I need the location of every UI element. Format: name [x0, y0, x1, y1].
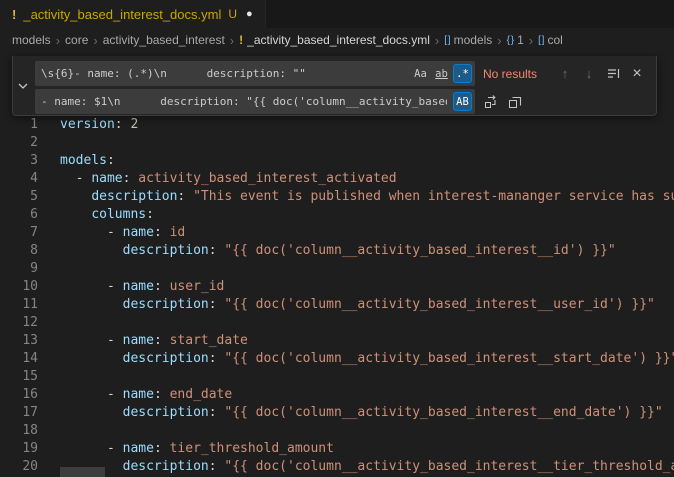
line-number: 17 — [0, 404, 38, 422]
line-number: 8 — [0, 242, 38, 260]
line-number: 4 — [0, 170, 38, 188]
code-line[interactable]: 18 — [0, 422, 674, 440]
breadcrumb-item[interactable]: activity_based_interest — [103, 33, 225, 47]
breadcrumb-item[interactable]: { }1 — [507, 33, 524, 47]
vscode-window: ! _activity_based_interest_docs.yml U ● … — [0, 0, 674, 477]
line-number: 1 — [0, 116, 38, 134]
code-lines[interactable]: 1version: 223models:4 - name: activity_b… — [0, 116, 674, 476]
find-in-selection-button[interactable] — [603, 64, 623, 84]
editor-pane[interactable]: Aa ab .* No results ↑ ↓ — [0, 52, 674, 477]
editor-tab[interactable]: ! _activity_based_interest_docs.yml U ● — [0, 0, 266, 28]
code-line[interactable]: 6 columns: — [0, 206, 674, 224]
code-line[interactable]: 8 description: "{{ doc('column__activity… — [0, 242, 674, 260]
line-number: 15 — [0, 368, 38, 386]
line-number: 16 — [0, 386, 38, 404]
code-line[interactable]: 4 - name: activity_based_interest_activa… — [0, 170, 674, 188]
line-number: 6 — [0, 206, 38, 224]
replace-all-icon — [507, 94, 523, 110]
code-line[interactable]: 3models: — [0, 152, 674, 170]
find-row: Aa ab .* No results ↑ ↓ — [35, 61, 652, 86]
line-number: 13 — [0, 332, 38, 350]
code-line[interactable]: 10 - name: user_id — [0, 278, 674, 296]
code-line[interactable]: 16 - name: end_date — [0, 386, 674, 404]
tab-filename: _activity_based_interest_docs.yml — [23, 7, 221, 22]
breadcrumb-separator-icon: › — [93, 33, 97, 48]
yaml-file-icon: ! — [239, 33, 243, 47]
breadcrumb-separator-icon: › — [529, 33, 533, 48]
line-number: 7 — [0, 224, 38, 242]
breadcrumb-separator-icon: › — [497, 33, 501, 48]
line-number: 19 — [0, 440, 38, 458]
code-line[interactable]: 15 — [0, 368, 674, 386]
code-line[interactable]: 13 - name: start_date — [0, 332, 674, 350]
toggle-replace-button[interactable] — [13, 56, 33, 115]
code-line[interactable]: 7 - name: id — [0, 224, 674, 242]
code-line[interactable]: 2 — [0, 134, 674, 152]
replace-all-button[interactable] — [505, 92, 525, 112]
tab-bar: ! _activity_based_interest_docs.yml U ● — [0, 0, 674, 28]
breadcrumb-separator-icon: › — [230, 33, 234, 48]
close-find-widget-button[interactable]: × — [627, 64, 647, 84]
line-number: 3 — [0, 152, 38, 170]
yaml-file-icon: ! — [12, 7, 16, 22]
code-line[interactable]: 17 description: "{{ doc('column__activit… — [0, 404, 674, 422]
find-results-count: No results — [483, 67, 549, 81]
replace-row: AB — [35, 89, 652, 114]
code-line[interactable]: 5 description: "This event is published … — [0, 188, 674, 206]
code-line[interactable]: 9 — [0, 260, 674, 278]
breadcrumb-item[interactable]: !_activity_based_interest_docs.yml — [239, 33, 430, 47]
replace-input[interactable] — [35, 89, 475, 114]
line-number: 12 — [0, 314, 38, 332]
git-status-badge: U — [228, 7, 237, 21]
code-line[interactable]: 12 — [0, 314, 674, 332]
symbol-icon: { } — [507, 35, 513, 46]
breadcrumb: models › core › activity_based_interest › !_ac… — [0, 28, 674, 52]
line-number: 20 — [0, 458, 38, 476]
line-number: 11 — [0, 296, 38, 314]
symbol-icon: [ ] — [538, 35, 543, 46]
code-line[interactable]: 1version: 2 — [0, 116, 674, 134]
breadcrumb-item[interactable]: core — [65, 33, 88, 47]
line-number: 18 — [0, 422, 38, 440]
replace-icon — [483, 94, 499, 110]
previous-match-button[interactable]: ↑ — [555, 64, 575, 84]
code-line[interactable]: 14 description: "{{ doc('column__activit… — [0, 350, 674, 368]
preserve-case-toggle[interactable]: AB — [453, 92, 472, 111]
line-number: 2 — [0, 134, 38, 152]
breadcrumb-separator-icon: › — [435, 33, 439, 48]
breadcrumb-item[interactable]: [ ]models — [444, 33, 492, 47]
dirty-indicator[interactable]: ● — [246, 8, 253, 20]
line-number: 9 — [0, 260, 38, 278]
find-replace-widget: Aa ab .* No results ↑ ↓ — [12, 56, 657, 116]
next-match-button[interactable]: ↓ — [579, 64, 599, 84]
line-number: 14 — [0, 350, 38, 368]
symbol-icon: [ ] — [444, 35, 449, 46]
breadcrumb-item[interactable]: [ ]col — [538, 33, 563, 47]
breadcrumb-item[interactable]: models — [12, 33, 51, 47]
regex-toggle[interactable]: .* — [453, 64, 472, 83]
breadcrumb-separator-icon: › — [56, 33, 60, 48]
code-line[interactable]: 11 description: "{{ doc('column__activit… — [0, 296, 674, 314]
chevron-down-icon — [18, 83, 28, 89]
find-input[interactable] — [35, 61, 475, 86]
code-line[interactable]: 19 - name: tier_threshold_amount — [0, 440, 674, 458]
match-case-toggle[interactable]: Aa — [411, 64, 430, 83]
line-number: 5 — [0, 188, 38, 206]
replace-button[interactable] — [481, 92, 501, 112]
selection-icon — [606, 66, 621, 81]
whole-word-toggle[interactable]: ab — [432, 64, 451, 83]
line-number: 10 — [0, 278, 38, 296]
horizontal-scrollbar[interactable] — [60, 467, 105, 477]
